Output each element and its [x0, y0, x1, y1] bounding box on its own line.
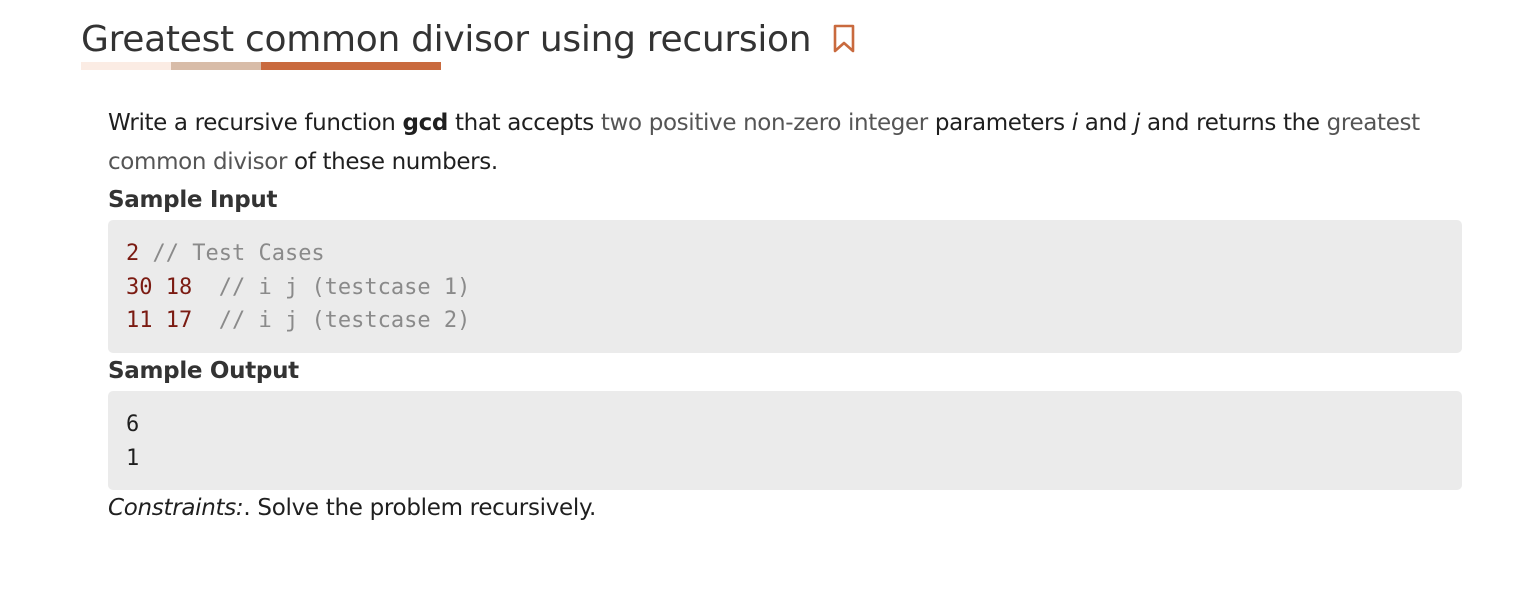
desc-text: Write a recursive function	[108, 110, 403, 136]
sample-input-label: Sample Input	[108, 187, 278, 213]
desc-text: and	[1077, 110, 1134, 136]
underline-segment-medium	[171, 62, 261, 70]
underline-segment-dark	[261, 62, 441, 70]
desc-text: that accepts	[448, 110, 601, 136]
code-comment: // Test Cases	[139, 241, 325, 266]
output-line: 1	[126, 445, 140, 471]
constraints-text: Constraints:. Solve the problem recursiv…	[108, 490, 1462, 526]
page-title: Greatest common divisor using recursion	[81, 18, 812, 60]
code-comment: // i j (testcase 1)	[192, 274, 471, 300]
sample-output-label: Sample Output	[108, 358, 299, 384]
underline-segment-light	[81, 62, 171, 70]
code-number: 2	[126, 241, 140, 266]
problem-content: Write a recursive function gcd that acce…	[108, 104, 1462, 526]
code-number: 11 17	[126, 308, 193, 333]
title-underline	[81, 62, 441, 70]
bookmark-icon[interactable]	[831, 23, 857, 55]
constraints-label: Constraints:	[108, 495, 244, 521]
desc-text: parameters	[927, 110, 1072, 136]
problem-description: Write a recursive function gcd that acce…	[108, 104, 1462, 182]
desc-highlight: two positive non-zero integer	[600, 110, 928, 136]
constraints-body: . Solve the problem recursively.	[243, 495, 597, 521]
sample-output-block[interactable]: 6 1	[108, 391, 1462, 490]
desc-text: and returns the	[1140, 110, 1327, 136]
output-line: 6	[126, 412, 140, 437]
sample-input-block[interactable]: 2 // Test Cases 30 18 // i j (testcase 1…	[108, 220, 1462, 353]
code-number: 30 18	[126, 274, 193, 300]
desc-text: of these numbers.	[287, 149, 498, 175]
function-name: gcd	[402, 110, 448, 136]
code-comment: // i j (testcase 2)	[192, 308, 471, 333]
title-row: Greatest common divisor using recursion	[81, 14, 857, 64]
